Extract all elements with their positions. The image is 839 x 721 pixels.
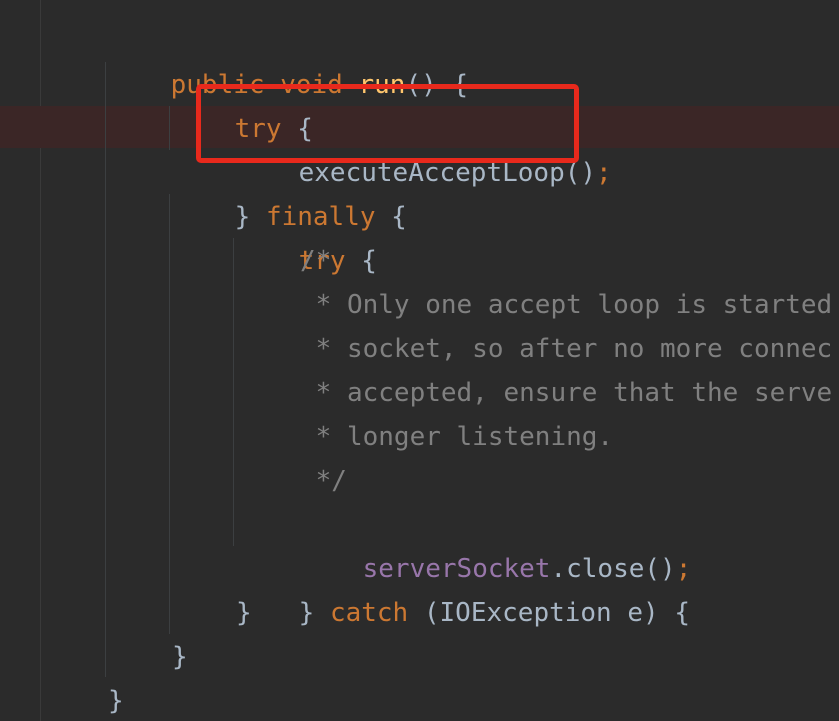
comment-line[interactable]: * socket, so after no more connec: [300, 327, 833, 371]
code-line-1[interactable]: public void run() {: [108, 19, 468, 100]
code-text: }: [298, 598, 330, 628]
closing-brace[interactable]: }: [172, 635, 188, 679]
annotation-highlight-box: [196, 84, 579, 163]
comment-line[interactable]: * accepted, ensure that the serve: [300, 371, 833, 415]
indent-guide: [233, 238, 234, 546]
keyword: catch: [329, 598, 409, 628]
code-text: (IOException e) {: [408, 598, 690, 628]
comment-line[interactable]: * Only one accept loop is started: [300, 283, 833, 327]
code-line-12[interactable]: serverSocket.close();: [300, 503, 692, 584]
comment-line[interactable]: * longer listening.: [300, 415, 613, 459]
code-text: {: [345, 246, 377, 276]
closing-brace[interactable]: }: [236, 591, 252, 635]
indent-guide: [105, 62, 106, 677]
code-text: {: [375, 202, 407, 232]
code-editor[interactable]: public void run() { try { executeAcceptL…: [0, 0, 839, 721]
indent-guide: [169, 194, 170, 634]
indent-guide: [169, 106, 170, 150]
semicolon: ;: [596, 158, 612, 188]
closing-brace[interactable]: }: [108, 679, 124, 721]
comment-line[interactable]: /*: [300, 239, 331, 283]
comment-line[interactable]: */: [300, 459, 347, 503]
code-line-5[interactable]: try {: [236, 195, 377, 276]
code-line-13[interactable]: } catch (IOException e) {: [236, 547, 690, 628]
